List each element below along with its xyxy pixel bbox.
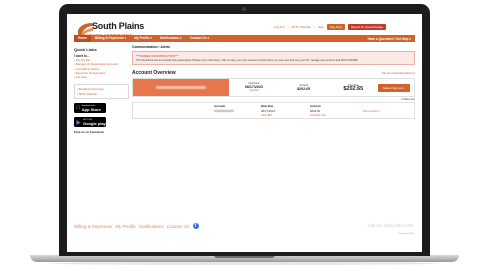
alert-body: This SmartHub site is currently being de… [136, 59, 358, 62]
header: South Plains TELEPHONE COOPERATIVE Log O… [67, 14, 422, 44]
powered-by: Powered by NISC [398, 233, 414, 235]
brand-name: South Plains [92, 21, 145, 31]
next-due-cell: Next Due 08/17/2023 View Bill [244, 82, 263, 93]
footer-link-billing[interactable]: Billing & Payments [74, 224, 112, 229]
account-overview-title: Account Overview [132, 70, 176, 76]
footer: Billing & Payments My Profile Notificati… [67, 214, 422, 252]
sptc-website-link[interactable]: SPTC Website [291, 25, 311, 29]
google-play-badge[interactable]: GET IT ON Google play [74, 117, 106, 128]
detail-amount-col: Amount $202.65 AutoPay Info [310, 104, 327, 117]
footer-link-profile[interactable]: My Profile [115, 224, 135, 229]
nav-my-profile[interactable]: My Profile ▾ [130, 35, 156, 42]
apple-icon:  [76, 105, 80, 111]
camera-icon [242, 7, 246, 11]
facebook-link[interactable]: Find us on Facebook [74, 130, 129, 134]
communication-title: Communication / Alerts [132, 45, 170, 49]
account-summary-row: Next Due 08/17/2023 View Bill Amount $20… [132, 78, 415, 97]
report-issue-button[interactable]: Report An Issue/Outage [347, 24, 386, 30]
account-overview-bar: Account Overview Pay all outstanding bal… [132, 70, 415, 76]
total-due-cell: Total Due $202.65 [343, 83, 364, 92]
detail-view-bill-link[interactable]: View Bill [261, 113, 275, 117]
sptc-website-sidebar-link[interactable]: • SPTC Website [77, 92, 126, 96]
play-icon [76, 119, 81, 125]
logout-link[interactable]: Log Out [274, 25, 285, 29]
quick-links-title: Quick Links [74, 47, 97, 52]
nav-contact-us[interactable]: Contact Us ▾ [186, 35, 213, 42]
account-detail-table: Account Date Due 08/17/2023 View Bill Am… [132, 102, 415, 119]
app-store-badge[interactable]:  Download on the App Store [74, 103, 106, 114]
laptop-shadow [50, 262, 439, 265]
sidebar: Quick Links I want to... • Pay My Bill •… [74, 45, 129, 134]
footer-link-contact[interactable]: Contact Us [167, 224, 190, 229]
laptop-screen: South Plains TELEPHONE COOPERATIVE Log O… [67, 14, 422, 252]
footer-links: Billing & Payments My Profile Notificati… [74, 223, 199, 229]
view-less-toggle[interactable]: ▾ View Less [132, 98, 415, 101]
pay-all-balances-link[interactable]: Pay all outstanding balances [382, 72, 415, 75]
alert-box: ***UNDER CONSTRUCTION*** This SmartHub s… [132, 51, 415, 65]
detail-account-col: Account [214, 104, 234, 113]
make-payment-button[interactable]: Make Payment › [378, 83, 411, 92]
autopay-info-link[interactable]: AutoPay Info [310, 113, 326, 117]
top-links: Log Out | SPTC Website | Help Pay Now Re… [274, 24, 386, 30]
main-content: Communication / Alerts ***UNDER CONSTRUC… [132, 45, 415, 119]
laptop-mockup: South Plains TELEPHONE COOPERATIVE Log O… [0, 0, 489, 271]
amount-cell: Amount $202.65 [297, 83, 311, 91]
pay-now-button[interactable]: Pay Now [326, 24, 345, 30]
view-bill-link[interactable]: View Bill [249, 89, 258, 93]
nav-home[interactable]: Home [74, 35, 91, 42]
help-link[interactable]: Help [318, 25, 324, 29]
external-links-box: • Broadband Services • SPTC Website [74, 84, 129, 100]
laptop-bezel: South Plains TELEPHONE COOPERATIVE Log O… [59, 4, 430, 256]
facebook-icon[interactable]: f [192, 223, 199, 229]
detail-date-col: Date Due 08/17/2023 View Bill [261, 104, 275, 117]
pay-account-link[interactable]: Pay Account › [363, 109, 380, 113]
alert-heading: ***UNDER CONSTRUCTION*** [136, 54, 179, 58]
amount-value: $202.65 [297, 86, 311, 91]
redacted-account-number [214, 110, 234, 113]
footer-link-notifications[interactable]: Notifications [139, 224, 164, 229]
redacted-text [156, 86, 206, 89]
account-name-redacted [133, 79, 229, 96]
call-us-text: Call Us: (806) 963-1001 [367, 223, 414, 228]
total-due-value: $202.65 [343, 85, 364, 92]
main-nav: Home Billing & Payments ▾ My Profile ▾ N… [74, 35, 415, 42]
get-help-menu[interactable]: Have a Question? Get Help ▾ [364, 37, 415, 41]
nav-notifications[interactable]: Notifications ▾ [156, 35, 186, 42]
nav-billing-payments[interactable]: Billing & Payments ▾ [91, 35, 130, 42]
sidebar-link-get-help[interactable]: • Get Help [74, 75, 129, 79]
